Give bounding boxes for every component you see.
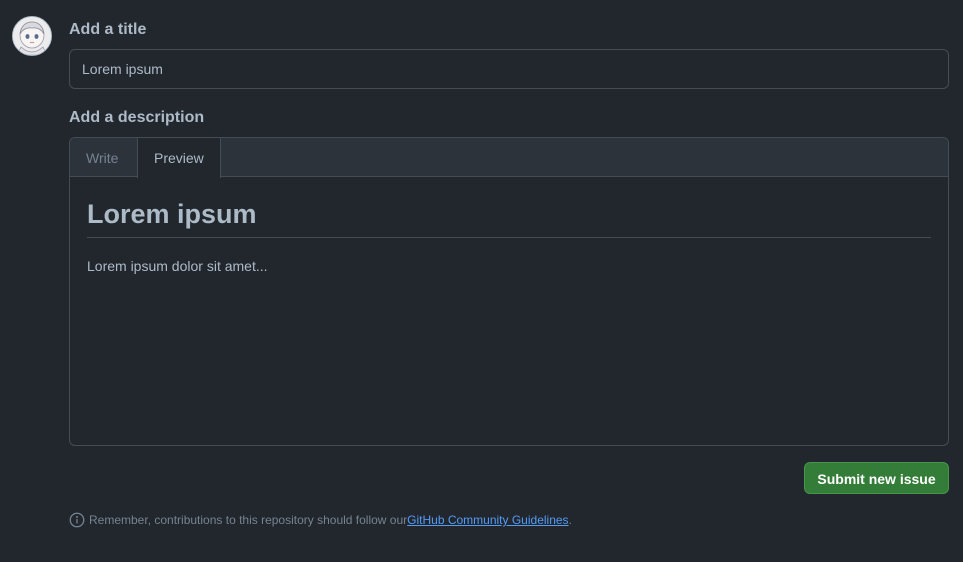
submit-new-issue-button[interactable]: Submit new issue (804, 462, 949, 494)
user-avatar[interactable] (12, 16, 52, 56)
preview-body-text: Lorem ipsum dolor sit amet... (87, 258, 268, 274)
footnote-period: . (568, 513, 572, 527)
tab-preview[interactable]: Preview (137, 138, 221, 178)
avatar-icon (13, 17, 51, 55)
preview-pane: Lorem ipsum Lorem ipsum dolor sit amet..… (70, 177, 948, 274)
description-editor: Write Preview Lorem ipsum Lorem ipsum do… (69, 137, 949, 446)
preview-heading: Lorem ipsum (87, 177, 931, 238)
tab-write[interactable]: Write (70, 138, 134, 177)
footnote-text: Remember, contributions to this reposito… (89, 513, 408, 527)
contribution-footnote: Remember, contributions to this reposito… (69, 511, 572, 529)
title-input[interactable] (69, 49, 949, 89)
description-label: Add a description (69, 109, 205, 126)
new-issue-page: Add a title Add a description Write Prev… (0, 0, 963, 562)
info-icon (69, 512, 85, 528)
editor-tab-bar: Write Preview (70, 138, 948, 178)
community-guidelines-link[interactable]: GitHub Community Guidelines (407, 513, 568, 527)
title-label: Add a title (69, 21, 147, 38)
